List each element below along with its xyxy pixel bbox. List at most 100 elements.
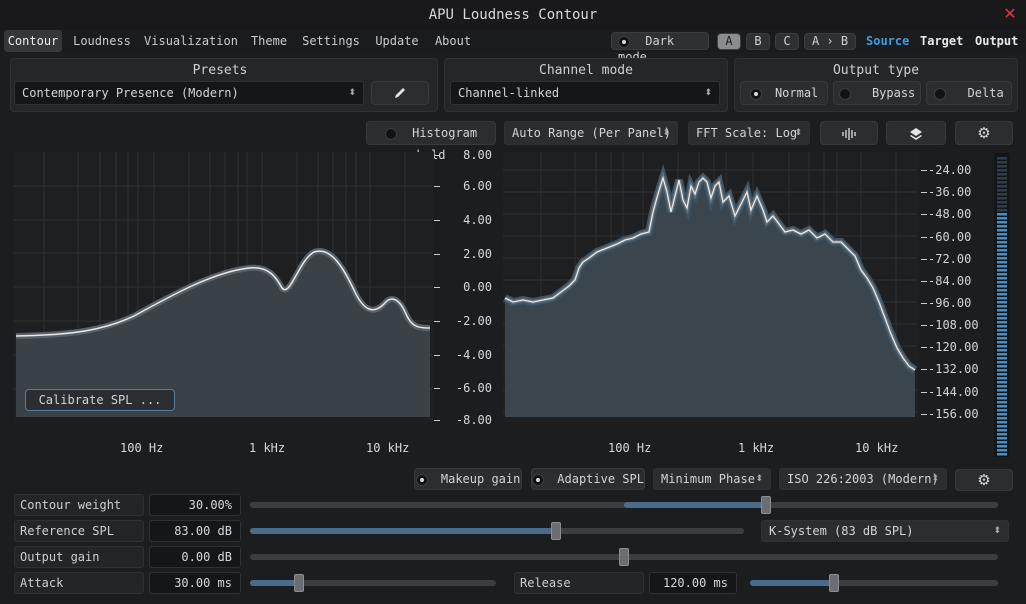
y-tick-mark <box>921 392 927 393</box>
channel-mode-value: Channel-linked <box>458 86 560 100</box>
chevron-updown-icon: ⬍ <box>704 88 712 98</box>
layers-button[interactable] <box>886 121 946 145</box>
spectrum-y-tick: -108.00 <box>928 318 979 332</box>
ab-compare-button[interactable]: A › B <box>804 33 856 50</box>
makeup-gain-toggle[interactable]: Makeup gain <box>414 468 522 490</box>
delta-label: Delta <box>967 86 1004 100</box>
release-slider[interactable] <box>750 574 998 592</box>
normal-radio <box>749 87 762 100</box>
release-value[interactable]: 120.00 ms <box>649 572 737 594</box>
meter-segment <box>997 157 1007 160</box>
meter-segment <box>997 437 1007 440</box>
slider-thumb[interactable] <box>294 574 305 592</box>
view-output[interactable]: Output <box>975 34 1025 48</box>
tab-settings[interactable]: Settings <box>298 30 364 52</box>
window-title: APU Loudness Contour <box>428 7 598 23</box>
meter-segment <box>997 261 1007 264</box>
meter-segment <box>997 193 1007 196</box>
spectrum-y-tick: -96.00 <box>928 296 972 310</box>
histogram-hold-toggle[interactable]: Histogram hold <box>366 121 496 162</box>
dark-mode-toggle[interactable]: Dark mode <box>611 32 709 64</box>
meter-segment <box>997 361 1007 364</box>
contour-x-label: 10 kHz <box>366 441 410 455</box>
output-normal-option[interactable]: Normal <box>740 81 828 105</box>
output-delta-option[interactable]: Delta <box>926 81 1012 105</box>
tab-loudness[interactable]: Loudness <box>68 30 136 52</box>
reference-spl-value[interactable]: 83.00 dB <box>149 520 241 542</box>
bypass-label: Bypass <box>871 86 916 100</box>
auto-range-dropdown[interactable]: Auto Range (Per Panel) ⬍ <box>504 121 678 145</box>
edit-preset-button[interactable] <box>371 81 429 105</box>
y-tick-mark <box>921 347 927 348</box>
pencil-icon <box>395 88 405 98</box>
tab-about[interactable]: About <box>430 30 476 52</box>
adaptive-spl-toggle[interactable]: Adaptive SPL <box>531 468 645 490</box>
chevron-updown-icon: ⬍ <box>348 88 356 98</box>
attack-slider[interactable] <box>250 574 496 592</box>
spectrum-y-tick: -156.00 <box>928 407 979 421</box>
viz-settings-button[interactable]: ⚙ <box>955 121 1013 145</box>
meter-segment <box>997 381 1007 384</box>
waveform-button[interactable] <box>820 121 878 145</box>
meter-segment <box>997 373 1007 376</box>
attack-value[interactable]: 30.00 ms <box>149 572 241 594</box>
meter-segment <box>997 213 1007 216</box>
meter-segment <box>997 393 1007 396</box>
attack-label: Attack <box>14 572 144 594</box>
channel-mode-dropdown[interactable]: Channel-linked ⬍ <box>450 81 720 105</box>
view-target[interactable]: Target <box>920 34 964 48</box>
dark-mode-radio <box>618 35 630 48</box>
slider-thumb[interactable] <box>551 522 562 540</box>
tab-visualization[interactable]: Visualization <box>142 30 240 52</box>
ab-button-b[interactable]: B <box>746 33 770 50</box>
preset-dropdown[interactable]: Contemporary Presence (Modern) ⬍ <box>14 81 364 105</box>
meter-segment <box>997 225 1007 228</box>
adaptive-spl-label: Adaptive SPL <box>557 472 644 486</box>
meter-segment <box>997 265 1007 268</box>
meter-segment <box>997 333 1007 336</box>
contour-settings-button[interactable]: ⚙ <box>955 469 1013 491</box>
tab-contour[interactable]: Contour <box>4 30 62 52</box>
gear-icon: ⚙ <box>977 471 991 489</box>
metering-system-value: K-System (83 dB SPL) <box>769 524 914 538</box>
output-gain-value[interactable]: 0.00 dB <box>149 546 241 568</box>
slider-thumb[interactable] <box>761 496 772 514</box>
histogram-hold-radio <box>384 127 397 140</box>
gear-icon: ⚙ <box>977 124 991 142</box>
phase-dropdown[interactable]: Minimum Phase ⬍ <box>653 468 771 490</box>
fft-scale-dropdown[interactable]: FFT Scale: Log ⬍ <box>688 121 810 145</box>
contour-y-tick: -6.00 <box>455 381 492 395</box>
meter-segment <box>997 161 1007 164</box>
meter-segment <box>997 329 1007 332</box>
contour-y-tick: -2.00 <box>455 314 492 328</box>
y-tick-mark <box>921 369 927 370</box>
ab-button-a[interactable]: A <box>717 33 741 50</box>
output-gain-slider[interactable] <box>250 548 998 566</box>
close-icon[interactable]: ✕ <box>1000 4 1020 24</box>
output-bypass-option[interactable]: Bypass <box>833 81 921 105</box>
contour-weight-value[interactable]: 30.00% <box>149 494 241 516</box>
ab-button-c[interactable]: C <box>775 33 799 50</box>
tab-theme[interactable]: Theme <box>246 30 292 52</box>
meter-segment <box>997 173 1007 176</box>
y-tick-mark <box>921 214 927 215</box>
contour-weight-slider[interactable] <box>250 496 998 514</box>
tab-update[interactable]: Update <box>370 30 424 52</box>
contour-y-tick: -4.00 <box>455 348 492 362</box>
meter-segment <box>997 253 1007 256</box>
reference-spl-slider[interactable] <box>250 522 744 540</box>
y-tick-mark <box>921 170 927 171</box>
standard-dropdown[interactable]: ISO 226:2003 (Modern) ⬍ <box>779 468 947 490</box>
meter-segment <box>997 177 1007 180</box>
spectrum-y-tick: -120.00 <box>928 340 979 354</box>
calibrate-spl-button[interactable]: Calibrate SPL ... <box>25 389 175 411</box>
slider-thumb[interactable] <box>619 548 629 566</box>
slider-thumb[interactable] <box>829 574 840 592</box>
meter-segment <box>997 377 1007 380</box>
metering-system-dropdown[interactable]: K-System (83 dB SPL) ⬍ <box>761 520 1009 542</box>
meter-segment <box>997 245 1007 248</box>
waveform-icon <box>842 128 856 140</box>
spectrum-plot <box>503 152 919 422</box>
meter-segment <box>997 197 1007 200</box>
view-source[interactable]: Source <box>866 34 910 48</box>
